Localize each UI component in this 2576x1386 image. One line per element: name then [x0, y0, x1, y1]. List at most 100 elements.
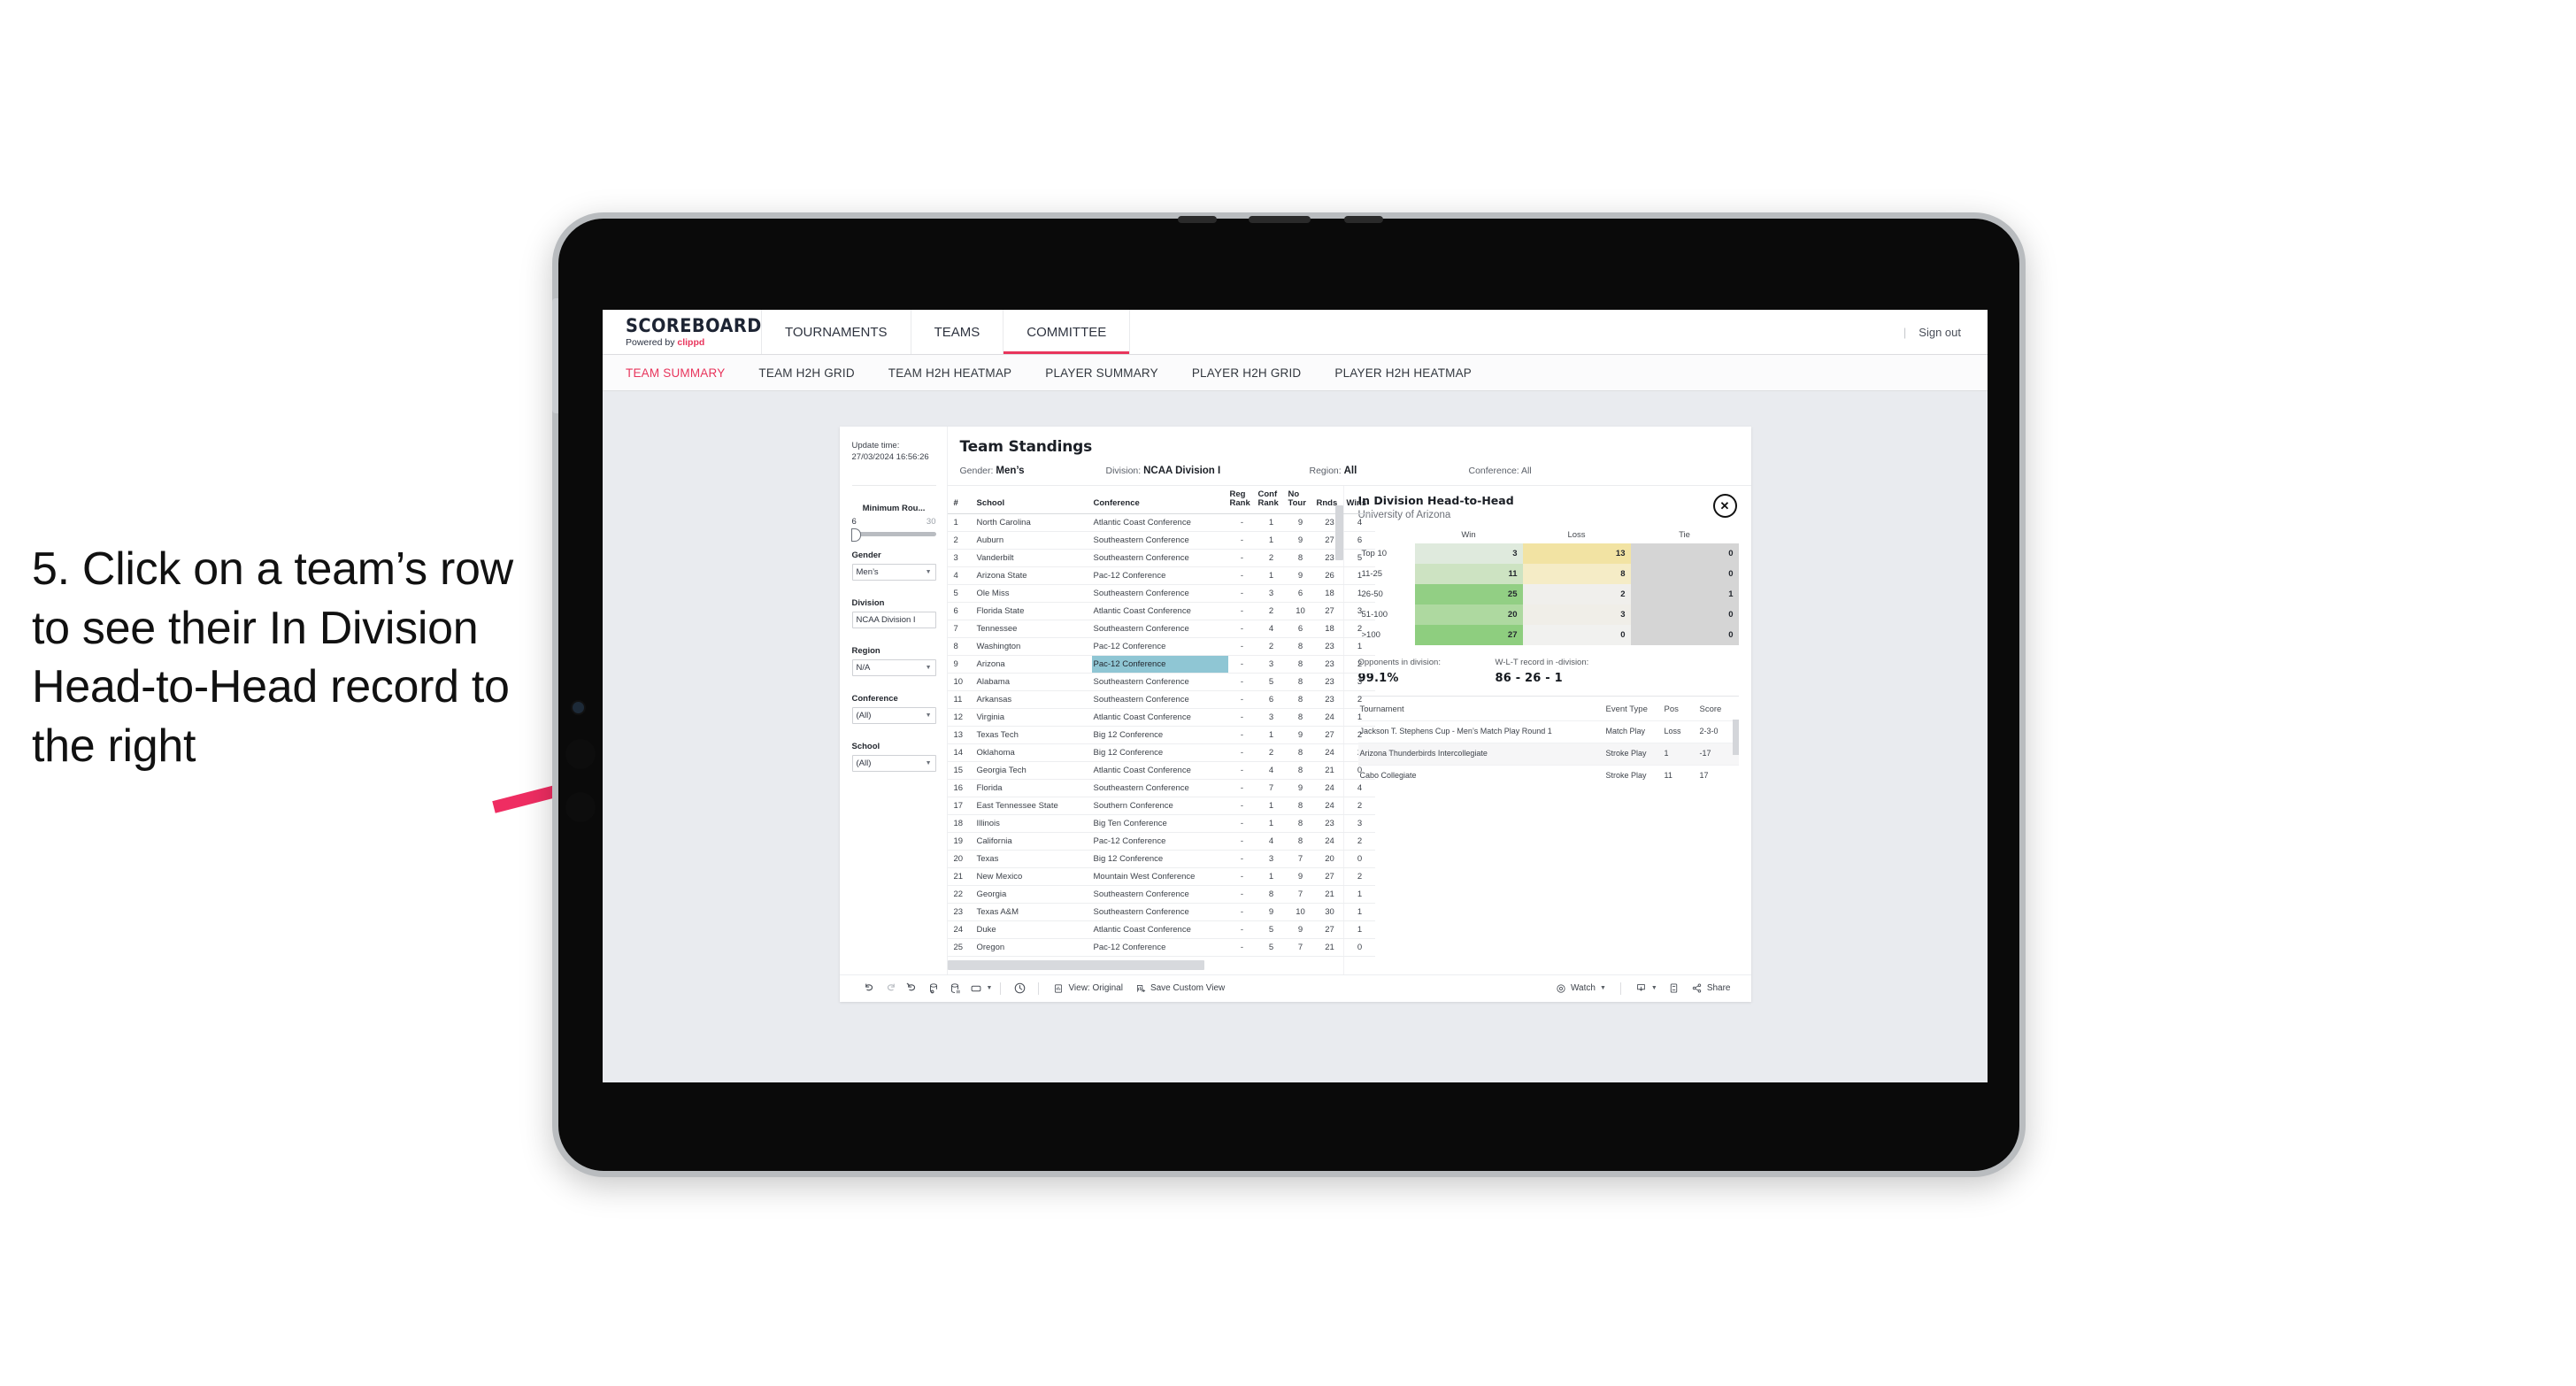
- close-icon[interactable]: ✕: [1712, 494, 1737, 518]
- table-row[interactable]: 6 Florida State Atlantic Coast Conference -…: [947, 602, 1375, 620]
- h2h-cell-loss[interactable]: 13: [1522, 543, 1631, 564]
- table-row[interactable]: 16 Florida Southeastern Conference -7 9 24 4: [947, 779, 1375, 797]
- filter-region-select[interactable]: N/A ▼: [851, 658, 936, 676]
- tab-player-h2h-heatmap[interactable]: PLAYER H2H HEATMAP: [1334, 366, 1472, 380]
- h2h-cell-win[interactable]: 27: [1414, 624, 1523, 645]
- h2h-cell-tie[interactable]: 0: [1630, 624, 1739, 645]
- table-row[interactable]: 23 Texas A&M Southeastern Conference -9 10 30…: [947, 903, 1375, 921]
- table-row[interactable]: 19 California Pac-12 Conference -4 8 24 2: [947, 832, 1375, 851]
- filter-gender-select[interactable]: Men’s ▼: [851, 563, 936, 581]
- view-original-button[interactable]: View: Original: [1047, 978, 1129, 999]
- h2h-cell-loss[interactable]: 3: [1522, 604, 1631, 625]
- nav-item-tournaments[interactable]: TOURNAMENTS: [762, 310, 911, 354]
- filter-division-select[interactable]: NCAA Division I: [851, 611, 936, 628]
- app-logo[interactable]: SCOREBOARD Powered by clippd: [603, 310, 762, 354]
- filter-conference-select[interactable]: (All) ▼: [851, 706, 936, 724]
- h2h-cell-win[interactable]: 20: [1414, 604, 1523, 625]
- tour-col-score[interactable]: Score: [1698, 698, 1739, 721]
- volume-down-button[interactable]: [565, 792, 596, 822]
- tab-player-summary[interactable]: PLAYER SUMMARY: [1045, 366, 1158, 380]
- list-item[interactable]: Arizona Thunderbirds Intercollegiate Stro…: [1357, 742, 1739, 766]
- table-row[interactable]: 8 Washington Pac-12 Conference -2 8 23 1: [947, 637, 1375, 656]
- table-row[interactable]: 18 Illinois Big Ten Conference -1 8 23 3: [947, 814, 1375, 833]
- h2h-cell-tie[interactable]: 0: [1630, 563, 1739, 584]
- col-no-tour[interactable]: No Tour: [1286, 486, 1315, 514]
- table-row[interactable]: 25 Oregon Pac-12 Conference -5 7 21 0: [947, 938, 1375, 957]
- table-row[interactable]: 7 Tennessee Southeastern Conference -4 6 18 2: [947, 620, 1375, 638]
- tab-team-h2h-grid[interactable]: TEAM H2H GRID: [758, 366, 854, 380]
- table-row[interactable]: 3 Vanderbilt Southeastern Conference -2 8 23 5: [947, 549, 1375, 567]
- col-no-tour-l2: Tour: [1288, 498, 1306, 509]
- col-reg-rank[interactable]: Reg Rank: [1227, 486, 1257, 514]
- save-custom-view-button[interactable]: Save Custom View: [1129, 978, 1231, 999]
- table-row[interactable]: 22 Georgia Southeastern Conference -8 7 21 1: [947, 885, 1375, 904]
- h2h-cell-loss[interactable]: 8: [1522, 563, 1631, 584]
- cell-no-tour: 8: [1286, 797, 1315, 815]
- slider-handle[interactable]: [850, 527, 861, 542]
- col-school[interactable]: School: [974, 486, 1092, 514]
- h2h-cell-tie[interactable]: 0: [1630, 604, 1739, 625]
- share-button[interactable]: Share: [1685, 978, 1737, 999]
- undo-icon[interactable]: [859, 978, 880, 999]
- watch-button[interactable]: Watch ▼: [1549, 978, 1612, 999]
- refresh-data-icon[interactable]: [923, 978, 944, 999]
- col-wins[interactable]: Wins: [1344, 486, 1375, 514]
- tab-team-summary[interactable]: TEAM SUMMARY: [626, 366, 725, 380]
- device-layout-icon[interactable]: [965, 978, 987, 999]
- table-row[interactable]: 17 East Tennessee State Southern Conferenc…: [947, 797, 1375, 815]
- cell-wins: 2: [1344, 655, 1375, 674]
- tab-player-h2h-grid[interactable]: PLAYER H2H GRID: [1192, 366, 1302, 380]
- list-item[interactable]: Cabo Collegiate Stroke Play 11 17: [1357, 764, 1739, 787]
- table-row[interactable]: 9 Arizona Pac-12 Conference -3 8 23 2: [947, 655, 1375, 674]
- table-row[interactable]: 24 Duke Atlantic Coast Conference -5 9 27 1: [947, 920, 1375, 939]
- filter-school-select[interactable]: (All) ▼: [851, 754, 936, 772]
- h2h-cell-win[interactable]: 25: [1414, 583, 1523, 604]
- revert-icon[interactable]: [902, 978, 923, 999]
- h2h-cell-tie[interactable]: 1: [1630, 583, 1739, 604]
- nav-item-teams[interactable]: TEAMS: [911, 310, 1004, 354]
- chevron-down-icon[interactable]: ▼: [1651, 985, 1657, 991]
- h2h-cell-loss[interactable]: 2: [1522, 583, 1631, 604]
- tour-col-tournament[interactable]: Tournament: [1358, 698, 1604, 721]
- fullscreen-icon[interactable]: [1664, 978, 1685, 999]
- table-row[interactable]: 5 Ole Miss Southeastern Conference -3 6 18 1: [947, 584, 1375, 603]
- h2h-cell-win[interactable]: 11: [1414, 563, 1523, 584]
- tour-col-pos[interactable]: Pos: [1663, 698, 1698, 721]
- table-row[interactable]: 1 North Carolina Atlantic Coast Conference…: [947, 513, 1375, 532]
- table-row[interactable]: 10 Alabama Southeastern Conference -5 8 23 3: [947, 673, 1375, 691]
- standings-vertical-scrollbar[interactable]: [1334, 505, 1343, 560]
- tab-team-h2h-heatmap[interactable]: TEAM H2H HEATMAP: [888, 366, 1011, 380]
- table-row[interactable]: 12 Virginia Atlantic Coast Conference -3 8 24…: [947, 708, 1375, 727]
- table-row[interactable]: 2 Auburn Southeastern Conference -1 9 27 6: [947, 531, 1375, 550]
- sign-out-link[interactable]: Sign out: [1919, 326, 1961, 339]
- h2h-cell-tie[interactable]: 0: [1630, 543, 1739, 564]
- table-row[interactable]: 21 New Mexico Mountain West Conference -1 9 2…: [947, 867, 1375, 886]
- filter-division: Division NCAA Division I: [851, 598, 936, 628]
- table-row[interactable]: 13 Texas Tech Big 12 Conference -1 9 27 2: [947, 726, 1375, 744]
- col-conf-rank[interactable]: Conf Rank: [1256, 486, 1287, 514]
- h2h-cell-loss[interactable]: 0: [1522, 624, 1631, 645]
- table-row[interactable]: 20 Texas Big 12 Conference -3 7 20 0: [947, 850, 1375, 868]
- tour-col-event-type[interactable]: Event Type: [1604, 698, 1663, 721]
- list-item[interactable]: Jackson T. Stephens Cup - Men’s Match Pl…: [1357, 720, 1739, 743]
- redo-icon[interactable]: [880, 978, 902, 999]
- summary-division: Division: NCAA Division I: [1106, 466, 1310, 476]
- table-row[interactable]: 15 Georgia Tech Atlantic Coast Conference -…: [947, 761, 1375, 780]
- pause-refresh-icon[interactable]: [944, 978, 965, 999]
- table-row[interactable]: 4 Arizona State Pac-12 Conference -1 9 26 1: [947, 566, 1375, 585]
- download-button[interactable]: ▼: [1629, 978, 1664, 999]
- volume-up-button[interactable]: [565, 739, 596, 769]
- col-rank[interactable]: #: [947, 486, 975, 514]
- alerts-clock-icon[interactable]: [1009, 978, 1030, 999]
- minimum-rounds-slider[interactable]: [850, 527, 936, 542]
- standings-table: # School Conference Reg Rank Conf Rank No T…: [947, 486, 1375, 957]
- table-row[interactable]: 11 Arkansas Southeastern Conference -6 8 23 2: [947, 690, 1375, 709]
- h2h-cell-win[interactable]: 3: [1414, 543, 1523, 564]
- table-row[interactable]: 14OklahomaBig 12 Conference-28242: [947, 743, 1375, 762]
- nav-item-committee[interactable]: COMMITTEE: [1003, 310, 1131, 354]
- tournament-vertical-scrollbar[interactable]: [1732, 719, 1739, 755]
- chevron-down-icon[interactable]: ▼: [1600, 985, 1606, 991]
- col-conference[interactable]: Conference: [1091, 486, 1228, 514]
- standings-horizontal-scrollbar[interactable]: [947, 959, 1204, 970]
- chevron-down-icon[interactable]: ▼: [987, 985, 993, 991]
